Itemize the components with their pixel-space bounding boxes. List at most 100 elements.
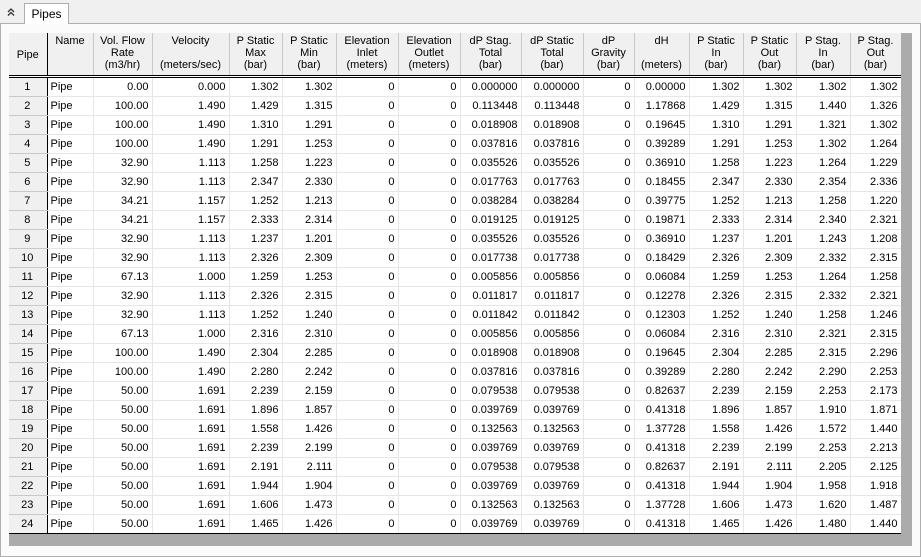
row-header[interactable]: 20: [9, 438, 48, 458]
column-header-vol-flow-rate[interactable]: Vol. Flow Rate (m3/hr): [93, 33, 153, 78]
cell-p-static-in[interactable]: 2.280: [689, 362, 744, 382]
row-header[interactable]: 11: [9, 267, 48, 287]
cell-p-static-in[interactable]: 1.310: [689, 115, 744, 135]
cell-dp-stag-total[interactable]: 0.079538: [460, 381, 522, 401]
cell-elevation-outlet[interactable]: 0: [398, 134, 461, 154]
cell-dp-stag-total[interactable]: 0.000000: [460, 76, 522, 97]
cell-p-static-out[interactable]: 2.315: [743, 286, 797, 306]
cell-elevation-inlet[interactable]: 0: [336, 210, 399, 230]
cell-elevation-outlet[interactable]: 0: [398, 324, 461, 344]
cell-p-stag-out[interactable]: 2.315: [850, 324, 902, 344]
cell-dp-stag-total[interactable]: 0.005856: [460, 267, 522, 287]
cell-dp-stag-total[interactable]: 0.011842: [460, 305, 522, 325]
cell-dp-static-total[interactable]: 0.011842: [521, 305, 584, 325]
cell-dh[interactable]: 0.41318: [634, 438, 690, 458]
cell-velocity[interactable]: 1.691: [152, 400, 230, 420]
cell-p-static-out[interactable]: 1.302: [743, 76, 797, 97]
cell-dp-stag-total[interactable]: 0.035526: [460, 153, 522, 173]
cell-elevation-inlet[interactable]: 0: [336, 438, 399, 458]
cell-elevation-inlet[interactable]: 0: [336, 514, 399, 534]
cell-p-static-in[interactable]: 2.326: [689, 248, 744, 268]
cell-dp-stag-total[interactable]: 0.039769: [460, 400, 522, 420]
cell-p-stag-in[interactable]: 1.910: [796, 400, 851, 420]
cell-p-static-out[interactable]: 1.240: [743, 305, 797, 325]
cell-p-static-max[interactable]: 1.302: [229, 76, 283, 97]
cell-p-stag-in[interactable]: 1.572: [796, 419, 851, 439]
cell-vol-flow-rate[interactable]: 67.13: [93, 324, 153, 344]
cell-dp-static-total[interactable]: 0.018908: [521, 115, 584, 135]
cell-dp-gravity[interactable]: 0: [583, 476, 635, 496]
cell-p-static-out[interactable]: 1.201: [743, 229, 797, 249]
cell-vol-flow-rate[interactable]: 67.13: [93, 267, 153, 287]
cell-p-static-max[interactable]: 1.429: [229, 96, 283, 116]
row-header[interactable]: 18: [9, 400, 48, 420]
cell-p-stag-out[interactable]: 1.487: [850, 495, 902, 515]
cell-elevation-outlet[interactable]: 0: [398, 514, 461, 534]
cell-dp-stag-total[interactable]: 0.132563: [460, 495, 522, 515]
cell-dp-gravity[interactable]: 0: [583, 400, 635, 420]
cell-elevation-outlet[interactable]: 0: [398, 286, 461, 306]
cell-dh[interactable]: 0.82637: [634, 381, 690, 401]
cell-p-stag-in[interactable]: 1.258: [796, 191, 851, 211]
cell-p-stag-in[interactable]: 1.264: [796, 153, 851, 173]
cell-elevation-inlet[interactable]: 0: [336, 286, 399, 306]
cell-p-static-out[interactable]: 1.426: [743, 419, 797, 439]
cell-dp-gravity[interactable]: 0: [583, 305, 635, 325]
cell-dh[interactable]: 0.39775: [634, 191, 690, 211]
cell-p-static-in[interactable]: 1.558: [689, 419, 744, 439]
cell-p-static-in[interactable]: 2.333: [689, 210, 744, 230]
cell-velocity[interactable]: 1.490: [152, 96, 230, 116]
cell-p-static-min[interactable]: 1.426: [282, 514, 337, 534]
cell-p-stag-out[interactable]: 2.336: [850, 172, 902, 192]
cell-p-stag-in[interactable]: 2.205: [796, 457, 851, 477]
cell-name[interactable]: Pipe: [47, 172, 94, 192]
cell-p-static-min[interactable]: 2.159: [282, 381, 337, 401]
cell-p-static-max[interactable]: 1.259: [229, 267, 283, 287]
cell-dp-stag-total[interactable]: 0.039769: [460, 514, 522, 534]
cell-elevation-outlet[interactable]: 0: [398, 476, 461, 496]
row-header[interactable]: 7: [9, 191, 48, 211]
cell-elevation-outlet[interactable]: 0: [398, 267, 461, 287]
row-header[interactable]: 8: [9, 210, 48, 230]
cell-elevation-outlet[interactable]: 0: [398, 381, 461, 401]
cell-p-static-min[interactable]: 1.291: [282, 115, 337, 135]
cell-name[interactable]: Pipe: [47, 96, 94, 116]
cell-elevation-outlet[interactable]: 0: [398, 438, 461, 458]
cell-dp-static-total[interactable]: 0.038284: [521, 191, 584, 211]
row-header[interactable]: 14: [9, 324, 48, 344]
cell-p-stag-out[interactable]: 1.229: [850, 153, 902, 173]
cell-dp-stag-total[interactable]: 0.005856: [460, 324, 522, 344]
column-header-velocity[interactable]: Velocity (meters/sec): [152, 33, 230, 78]
row-header[interactable]: 22: [9, 476, 48, 496]
cell-p-static-max[interactable]: 1.944: [229, 476, 283, 496]
cell-dh[interactable]: 0.82637: [634, 457, 690, 477]
cell-dp-static-total[interactable]: 0.018908: [521, 343, 584, 363]
cell-dp-stag-total[interactable]: 0.113448: [460, 96, 522, 116]
cell-elevation-outlet[interactable]: 0: [398, 457, 461, 477]
cell-p-static-max[interactable]: 2.304: [229, 343, 283, 363]
row-header[interactable]: 12: [9, 286, 48, 306]
cell-dh[interactable]: 0.36910: [634, 153, 690, 173]
cell-elevation-outlet[interactable]: 0: [398, 362, 461, 382]
row-header[interactable]: 24: [9, 514, 48, 534]
cell-elevation-outlet[interactable]: 0: [398, 400, 461, 420]
table-row[interactable]: 15 Pipe 100.00 1.490 2.304 2.285 0 0 0.018908 0.0…: [9, 343, 902, 363]
cell-name[interactable]: Pipe: [47, 305, 94, 325]
cell-p-static-max[interactable]: 1.558: [229, 419, 283, 439]
cell-p-static-min[interactable]: 1.253: [282, 134, 337, 154]
cell-p-static-min[interactable]: 1.904: [282, 476, 337, 496]
column-header-p-stag-in[interactable]: P Stag. In (bar): [796, 33, 851, 78]
cell-p-static-max[interactable]: 2.280: [229, 362, 283, 382]
cell-velocity[interactable]: 1.490: [152, 343, 230, 363]
cell-dp-stag-total[interactable]: 0.079538: [460, 457, 522, 477]
cell-dh[interactable]: 0.18455: [634, 172, 690, 192]
cell-p-stag-out[interactable]: 2.173: [850, 381, 902, 401]
cell-vol-flow-rate[interactable]: 50.00: [93, 476, 153, 496]
cell-p-static-in[interactable]: 2.316: [689, 324, 744, 344]
cell-p-static-in[interactable]: 2.326: [689, 286, 744, 306]
cell-p-static-min[interactable]: 2.309: [282, 248, 337, 268]
cell-velocity[interactable]: 1.691: [152, 381, 230, 401]
column-header-p-static-min[interactable]: P Static Min (bar): [282, 33, 337, 78]
cell-p-static-max[interactable]: 2.239: [229, 381, 283, 401]
cell-p-static-in[interactable]: 1.252: [689, 305, 744, 325]
